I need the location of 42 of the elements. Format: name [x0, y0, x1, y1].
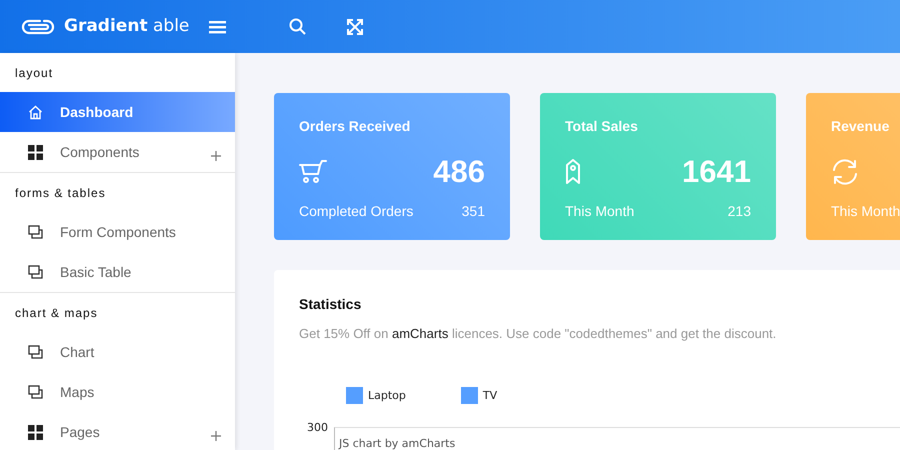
section-heading: forms & tables: [14, 185, 107, 202]
sidebar-item[interactable]: Form Components: [0, 212, 235, 252]
sidebar-item[interactable]: Pages: [0, 412, 235, 450]
bookmark-icon: [565, 158, 581, 185]
card-title: Total Sales: [565, 118, 639, 135]
card-title: Revenue: [831, 118, 890, 135]
card-title: Statistics: [299, 296, 362, 313]
stat-caption: Completed Orders: [299, 202, 414, 221]
section-heading: chart & maps: [14, 305, 99, 322]
menu-icon[interactable]: [209, 20, 226, 34]
search-icon[interactable]: [289, 18, 306, 35]
sidebar-item[interactable]: Components: [0, 132, 235, 172]
stat-count: 351: [462, 202, 485, 221]
grid-icon: [28, 424, 43, 440]
stat-caption: This Month: [831, 202, 900, 221]
plus-icon: [211, 151, 221, 161]
legend-label: TV: [482, 388, 498, 404]
stat-caption: This Month: [565, 202, 634, 221]
stat-value: 486: [433, 156, 485, 188]
grid-icon: [28, 144, 43, 160]
windows-icon: [28, 265, 43, 279]
axis-tick-label: 300: [306, 420, 329, 436]
refresh-icon: [831, 158, 859, 185]
plus-icon: [211, 431, 221, 441]
sidebar-item[interactable]: Chart: [0, 332, 235, 372]
stat-value: 1641: [682, 156, 751, 188]
windows-icon: [28, 345, 43, 359]
section-heading: layout: [14, 65, 54, 82]
brand-name: Gradient able: [64, 14, 190, 38]
windows-icon: [28, 225, 43, 239]
chart-credit: JS chart by amCharts: [339, 438, 456, 450]
card-title: Orders Received: [299, 118, 412, 135]
fullscreen-icon[interactable]: [347, 18, 364, 34]
home-icon: [28, 104, 43, 120]
cart-icon: [299, 160, 327, 184]
legend-label: Laptop: [368, 388, 406, 404]
sidebar-item[interactable]: Dashboard: [0, 92, 235, 132]
sidebar-item[interactable]: Maps: [0, 372, 235, 412]
windows-icon: [28, 385, 43, 399]
stat-count: 213: [728, 202, 751, 221]
promo-text: Get 15% Off on amCharts licences. Use code "codedthemes" and get the discount.: [299, 324, 778, 343]
sidebar-item[interactable]: Basic Table: [0, 252, 235, 292]
